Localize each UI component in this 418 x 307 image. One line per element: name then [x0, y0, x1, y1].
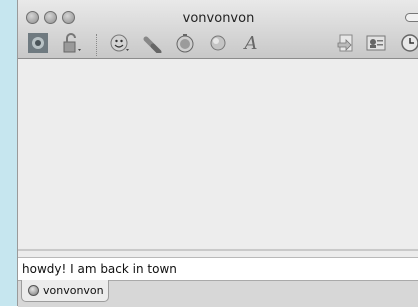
lock-icon[interactable]: [60, 33, 84, 53]
message-transcript[interactable]: [18, 59, 418, 248]
smiley-icon[interactable]: [108, 33, 132, 53]
window-title: vonvonvon: [182, 11, 255, 26]
history-clock-icon[interactable]: [398, 33, 418, 53]
message-input-text: howdy! I am back in town: [22, 262, 177, 276]
sound-icon[interactable]: [206, 33, 230, 53]
titlebar: vonvonvon A: [18, 0, 418, 59]
tab-vonvonvon[interactable]: vonvonvon: [21, 280, 109, 302]
toolbar-toggle-button[interactable]: [405, 13, 418, 22]
buddy-avatar-icon[interactable]: [26, 33, 50, 53]
tab-bar: vonvonvon: [18, 280, 418, 307]
font-icon[interactable]: A: [239, 33, 263, 54]
message-input[interactable]: howdy! I am back in town: [18, 257, 418, 281]
timer-icon[interactable]: [173, 33, 197, 53]
contact-info-icon[interactable]: [364, 33, 388, 53]
link-icon[interactable]: [141, 33, 165, 53]
status-icon: [28, 285, 39, 296]
toolbar-separator: [96, 34, 98, 56]
split-divider[interactable]: [18, 249, 418, 251]
chat-window: vonvonvon A howdy! I am back in town von…: [17, 0, 418, 307]
send-file-icon[interactable]: [334, 33, 358, 53]
tab-label: vonvonvon: [43, 284, 104, 297]
